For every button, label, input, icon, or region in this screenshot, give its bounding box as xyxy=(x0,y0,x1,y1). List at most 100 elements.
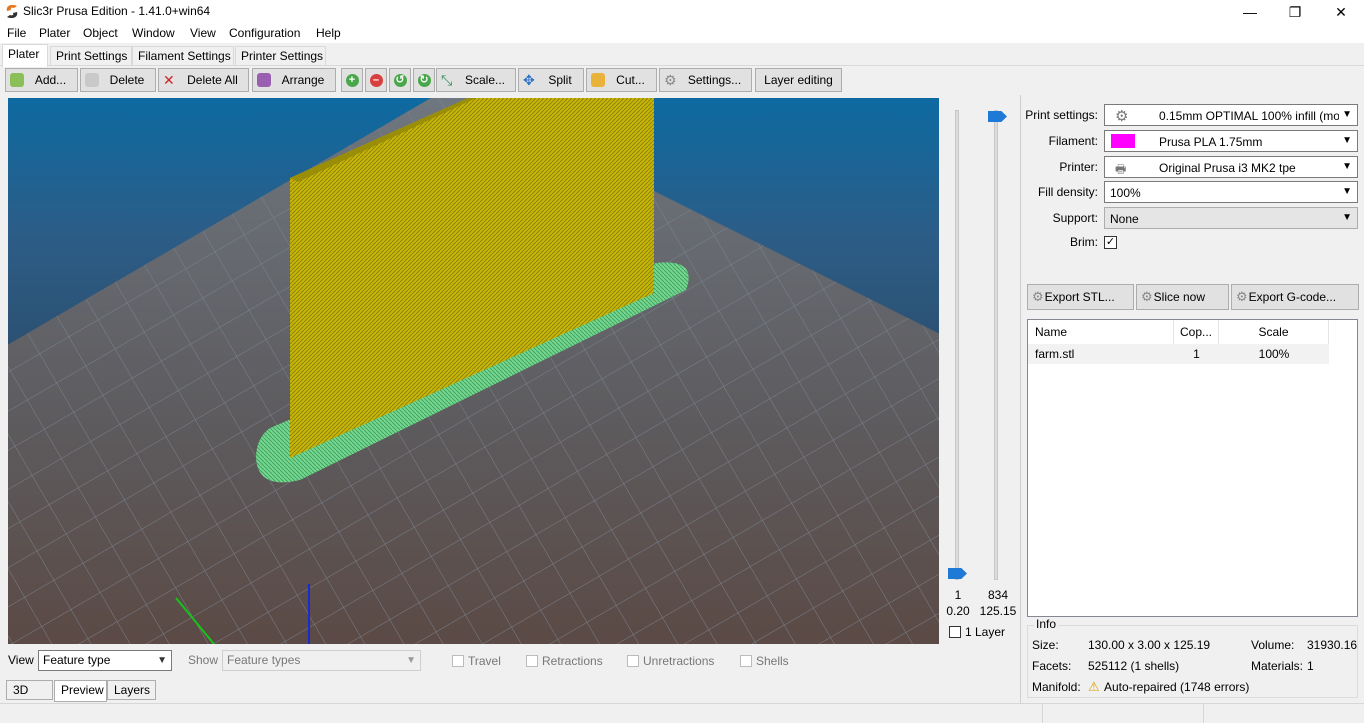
manifold-label: Manifold: xyxy=(1032,680,1081,694)
info-title: Info xyxy=(1034,617,1059,631)
size-label: Size: xyxy=(1032,638,1059,652)
arrange-button[interactable]: Arrange xyxy=(252,68,336,92)
warning-icon: ⚠ xyxy=(1088,679,1100,694)
object-scale: 100% xyxy=(1258,347,1290,361)
increase-copies-button[interactable]: + xyxy=(341,68,363,92)
maximize-button[interactable]: ❐ xyxy=(1272,0,1318,24)
materials-label: Materials: xyxy=(1251,659,1304,673)
tab-print-settings[interactable]: Print Settings xyxy=(50,46,132,66)
panel-divider xyxy=(1020,95,1021,703)
object-copies: 1 xyxy=(1193,347,1200,361)
cut-button[interactable]: Cut... xyxy=(586,68,657,92)
filament-label: Filament: xyxy=(1048,134,1098,148)
add-button[interactable]: Add... xyxy=(5,68,78,92)
lower-layer-track[interactable] xyxy=(955,110,959,580)
status-bar xyxy=(0,703,1364,723)
unretractions-checkbox[interactable] xyxy=(627,655,639,667)
menu-help[interactable]: Help xyxy=(316,26,341,40)
brim-label: Brim: xyxy=(1070,235,1098,249)
status-divider xyxy=(1203,704,1204,723)
travel-checkbox[interactable] xyxy=(452,655,464,667)
layer-editing-button[interactable]: Layer editing xyxy=(755,68,842,92)
3d-preview-viewport[interactable] xyxy=(8,98,939,644)
slice-now-button[interactable]: ⚙ Slice now xyxy=(1136,284,1229,310)
split-button[interactable]: ✥ Split xyxy=(518,68,584,92)
print-settings-select[interactable]: ⚙ 0.15mm OPTIMAL 100% infill (mod ▼ xyxy=(1104,104,1358,126)
export-gcode-button[interactable]: ⚙ Export G-code... xyxy=(1231,284,1359,310)
lower-layer-height: 0.20 xyxy=(946,604,970,618)
table-row[interactable]: farm.stl 1 100% xyxy=(1028,344,1329,364)
fill-density-label: Fill density: xyxy=(1037,185,1098,199)
size-value: 130.00 x 3.00 x 125.19 xyxy=(1088,638,1211,652)
fill-density-select[interactable]: 100% ▼ xyxy=(1104,181,1358,203)
chevron-down-icon: ▼ xyxy=(1342,135,1352,146)
shells-checkbox[interactable] xyxy=(740,655,752,667)
tab-preview[interactable]: Preview xyxy=(54,680,107,702)
column-header-name[interactable]: Name xyxy=(1028,320,1174,344)
delete-all-button[interactable]: ✕ Delete All xyxy=(158,68,249,92)
filament-select[interactable]: Prusa PLA 1.75mm ▼ xyxy=(1104,130,1358,152)
shells-label: Shells xyxy=(756,654,789,668)
facets-label: Facets: xyxy=(1032,659,1072,673)
rotate-right-icon: ↻ xyxy=(417,73,431,87)
menu-configuration[interactable]: Configuration xyxy=(229,26,300,40)
retractions-label: Retractions xyxy=(542,654,603,668)
printer-select[interactable]: 🖶 Original Prusa i3 MK2 tpe ▼ xyxy=(1104,156,1358,178)
unretractions-label: Unretractions xyxy=(643,654,715,668)
minus-icon: – xyxy=(369,73,383,87)
rotate-right-button[interactable]: ↻ xyxy=(413,68,435,92)
view-type-select[interactable]: Feature type ▼ xyxy=(38,650,172,671)
scale-icon: ⤡ xyxy=(441,72,453,88)
delete-button[interactable]: Delete xyxy=(80,68,156,92)
show-feature-types-select[interactable]: Feature types ▼ xyxy=(222,650,421,671)
arrange-icon xyxy=(257,73,271,87)
gear-icon: ⚙ xyxy=(664,72,677,88)
chevron-down-icon: ▼ xyxy=(406,655,416,666)
menu-window[interactable]: Window xyxy=(132,26,175,40)
menu-file[interactable]: File xyxy=(7,26,26,40)
show-label: Show xyxy=(188,653,219,667)
tab-layers[interactable]: Layers xyxy=(107,680,156,700)
object-list[interactable]: Name Cop... Scale farm.stl 1 100% xyxy=(1027,319,1358,617)
menu-plater[interactable]: Plater xyxy=(39,26,70,40)
tab-printer-settings[interactable]: Printer Settings xyxy=(235,46,326,66)
upper-layer-track[interactable] xyxy=(994,110,998,580)
brim-checkbox[interactable]: ✓ xyxy=(1104,236,1117,249)
decrease-copies-button[interactable]: – xyxy=(365,68,387,92)
manifold-value: Auto-repaired (1748 errors) xyxy=(1104,680,1250,694)
rotate-left-button[interactable]: ↺ xyxy=(389,68,411,92)
delete-all-icon: ✕ xyxy=(163,72,175,88)
gear-icon: ⚙ xyxy=(1141,289,1153,304)
scale-button[interactable]: ⤡ Scale... xyxy=(436,68,516,92)
window-title: Slic3r Prusa Edition - 1.41.0+win64 xyxy=(23,4,211,18)
gear-icon: ⚙ xyxy=(1236,289,1248,304)
column-header-copies[interactable]: Cop... xyxy=(1174,320,1219,344)
minimize-button[interactable]: — xyxy=(1227,0,1273,24)
tab-3d[interactable]: 3D xyxy=(6,680,53,700)
print-preview-scene xyxy=(8,98,939,644)
travel-label: Travel xyxy=(468,654,501,668)
add-object-icon xyxy=(10,73,24,87)
support-select[interactable]: None ▼ xyxy=(1104,207,1358,229)
plus-icon: + xyxy=(345,73,359,87)
restore-icon: ❐ xyxy=(1288,3,1302,20)
retractions-checkbox[interactable] xyxy=(526,655,538,667)
one-layer-checkbox[interactable] xyxy=(949,626,961,638)
title-bar: Slic3r Prusa Edition - 1.41.0+win64 — ❐ … xyxy=(0,0,1364,24)
export-stl-button[interactable]: ⚙ Export STL... xyxy=(1027,284,1134,310)
slic3r-logo-icon xyxy=(6,5,18,18)
settings-button[interactable]: ⚙ Settings... xyxy=(659,68,752,92)
status-divider xyxy=(1042,704,1043,723)
close-button[interactable]: ✕ xyxy=(1318,0,1364,24)
tab-filament-settings[interactable]: Filament Settings xyxy=(132,46,234,66)
upper-layer-thumb[interactable] xyxy=(988,111,1007,122)
cut-icon xyxy=(591,73,605,87)
lower-layer-number: 1 xyxy=(954,588,962,602)
volume-label: Volume: xyxy=(1251,638,1295,652)
menu-object[interactable]: Object xyxy=(83,26,118,40)
lower-layer-thumb[interactable] xyxy=(948,568,967,579)
tab-plater[interactable]: Plater xyxy=(2,44,48,67)
column-header-scale[interactable]: Scale xyxy=(1219,320,1329,344)
menu-view[interactable]: View xyxy=(190,26,216,40)
printer-icon: 🖶 xyxy=(1115,162,1127,176)
